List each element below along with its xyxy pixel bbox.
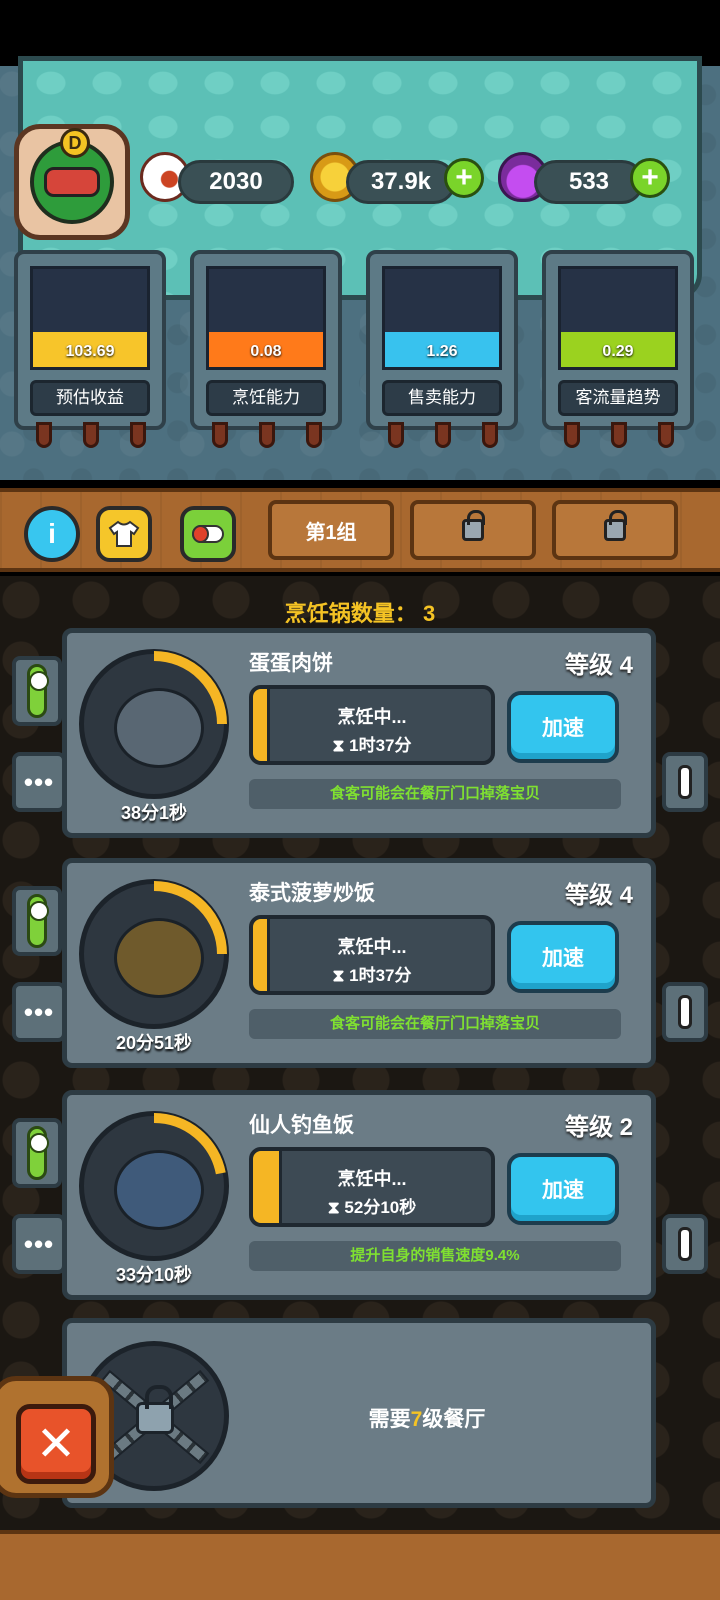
gauge-screen: 0.08 (206, 266, 326, 370)
pot-count-value: 3 (422, 601, 436, 626)
dish-timer: 33分10秒 (115, 1265, 193, 1285)
gauge-estimated-revenue: 103.69 预估收益 (14, 250, 166, 448)
gauge-cooking-ability: 0.08 烹饪能力 (190, 250, 342, 448)
dish-timer: 38分1秒 (120, 803, 188, 823)
dish-image (114, 688, 204, 768)
tab-group-1[interactable]: 第1组 (268, 500, 394, 560)
cooking-progress: 烹饪中... ⧗ 52分10秒 (249, 1147, 495, 1227)
gauge-pipes (564, 422, 674, 448)
gauge-label: 客流量趋势 (558, 380, 678, 416)
dish-level: 等级 4 (564, 652, 633, 679)
gauge-screen: 103.69 (30, 266, 150, 370)
dish-bonus: 食客可能会在餐厅门口掉落宝贝 (249, 1009, 621, 1039)
tab-locked-group-2[interactable] (410, 500, 536, 560)
dish-image (114, 1150, 204, 1230)
avatar-grade-badge: D (60, 128, 90, 158)
close-icon[interactable]: ✕ (16, 1404, 96, 1484)
dish-name: 蛋蛋肉饼 (249, 652, 333, 675)
speed-up-button[interactable]: 加速 (507, 691, 619, 763)
gauge-label: 烹饪能力 (206, 380, 326, 416)
dish-progress-ring (79, 649, 229, 799)
avatar-face: D (30, 128, 114, 224)
cooking-pot-card: 38分1秒 蛋蛋肉饼 等级 4 烹饪中... ⧗ 1时37分 加速 食客可能会在… (62, 628, 656, 838)
info-icon[interactable]: i (24, 506, 80, 562)
remaining-time: ⧗ 1时37分 (332, 736, 412, 755)
pill-icon[interactable] (180, 506, 236, 562)
dish-info-button[interactable] (662, 752, 708, 812)
potion-counter: 533 (534, 160, 644, 204)
dish-progress-ring (79, 879, 229, 1029)
gauge-value: 0.08 (250, 343, 282, 360)
dish-timer: 20分51秒 (115, 1033, 193, 1053)
gauge-screen: 1.26 (382, 266, 502, 370)
shirt-icon[interactable] (96, 506, 152, 562)
priority-toggle[interactable] (12, 656, 62, 726)
dish-image (114, 918, 204, 998)
dish-level: 等级 4 (564, 882, 633, 909)
hourglass-icon: ⧗ (327, 1198, 340, 1217)
coin-counter: 37.9k (346, 160, 456, 204)
bottom-frame (0, 1530, 720, 1600)
hourglass-icon: ⧗ (332, 966, 345, 985)
gauge-value: 0.29 (602, 343, 634, 360)
gauge-pipes (388, 422, 498, 448)
cooking-progress: 烹饪中... ⧗ 1时37分 (249, 685, 495, 765)
priority-toggle[interactable] (12, 1118, 62, 1188)
remaining-time: ⧗ 52分10秒 (327, 1198, 417, 1217)
dish-name: 仙人钓鱼饭 (249, 1114, 354, 1137)
more-options-button[interactable]: ••• (12, 982, 66, 1042)
gauge-traffic-trend: 0.29 客流量趋势 (542, 250, 694, 448)
gauge-screen: 0.29 (558, 266, 678, 370)
tab-locked-group-3[interactable] (552, 500, 678, 560)
add-potions-button[interactable]: + (630, 158, 670, 198)
add-coins-button[interactable]: + (444, 158, 484, 198)
lock-icon (462, 510, 485, 541)
eye-counter: 2030 (178, 160, 294, 204)
dish-name: 泰式菠萝炒饭 (249, 882, 375, 905)
more-options-button[interactable]: ••• (12, 752, 66, 812)
gauge-pipes (36, 422, 146, 448)
dish-bonus: 食客可能会在餐厅门口掉落宝贝 (249, 779, 621, 809)
gauge-pipes (212, 422, 322, 448)
cooking-status: 烹饪中... (337, 1169, 407, 1189)
remaining-time: ⧗ 1时37分 (332, 966, 412, 985)
locked-pot-slot: 需要7级餐厅 (62, 1318, 656, 1508)
player-avatar[interactable]: D (14, 124, 130, 240)
dish-info-button[interactable] (662, 1214, 708, 1274)
dish-info-button[interactable] (662, 982, 708, 1042)
gauge-value: 103.69 (65, 343, 115, 360)
gauge-label: 预估收益 (30, 380, 150, 416)
more-options-button[interactable]: ••• (12, 1214, 66, 1274)
lock-icon (604, 510, 627, 541)
gauge-label: 售卖能力 (382, 380, 502, 416)
hourglass-icon: ⧗ (332, 736, 345, 755)
pot-count: 烹饪锅数量： 3 (0, 596, 720, 628)
avatar-mouth (44, 167, 100, 197)
priority-toggle[interactable] (12, 886, 62, 956)
cooking-status: 烹饪中... (337, 707, 407, 727)
cooking-progress: 烹饪中... ⧗ 1时37分 (249, 915, 495, 995)
gauge-value: 1.26 (426, 343, 458, 360)
speed-up-button[interactable]: 加速 (507, 921, 619, 993)
cooking-status: 烹饪中... (337, 937, 407, 957)
unlock-requirement: 需要7级餐厅 (368, 1408, 486, 1431)
gauge-selling-ability: 1.26 售卖能力 (366, 250, 518, 448)
cooking-pot-card: 33分10秒 仙人钓鱼饭 等级 2 烹饪中... ⧗ 52分10秒 加速 提升自… (62, 1090, 656, 1300)
dish-level: 等级 2 (564, 1114, 633, 1141)
dish-bonus: 提升自身的销售速度9.4% (249, 1241, 621, 1271)
pot-count-label: 烹饪锅数量： (284, 601, 417, 626)
dish-progress-ring (79, 1111, 229, 1261)
speed-up-button[interactable]: 加速 (507, 1153, 619, 1225)
cooking-pot-card: 20分51秒 泰式菠萝炒饭 等级 4 烹饪中... ⧗ 1时37分 加速 食客可… (62, 858, 656, 1068)
